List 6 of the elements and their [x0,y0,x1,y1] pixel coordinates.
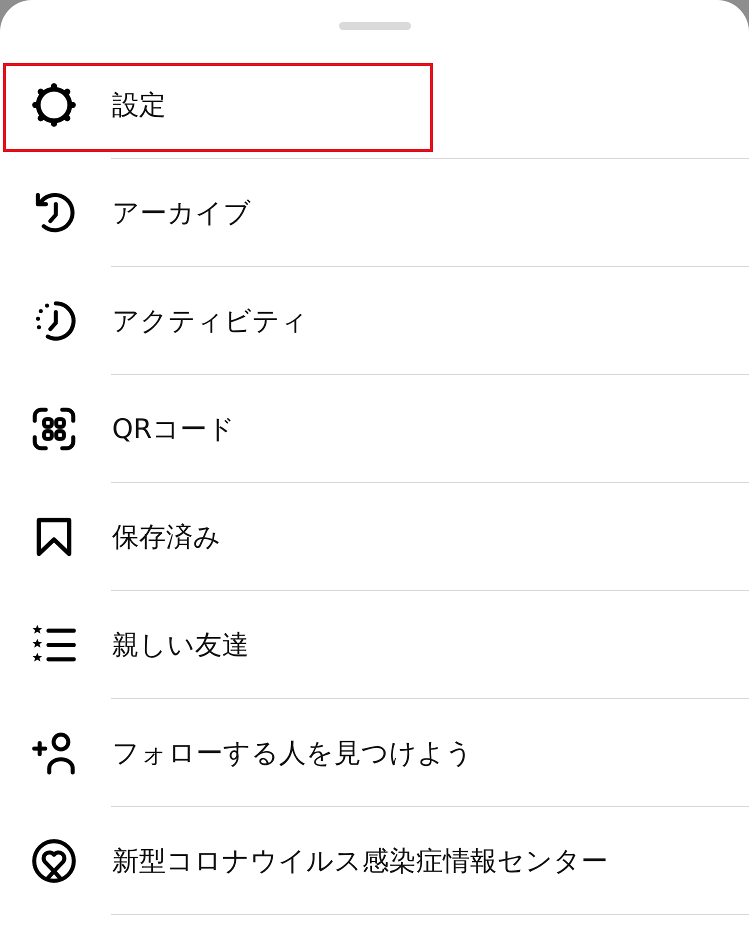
bookmark-icon [36,516,72,556]
add-person-icon [32,730,76,774]
settings-icon [32,82,76,126]
qr-code-icon [32,406,76,450]
drag-handle[interactable] [338,22,410,30]
heart-circle-icon [32,838,76,882]
